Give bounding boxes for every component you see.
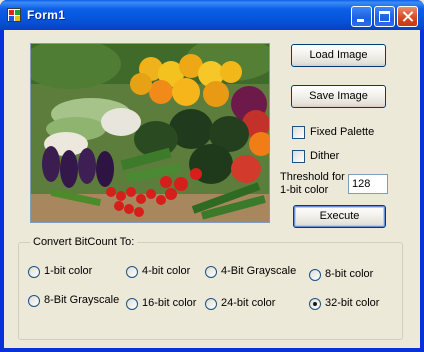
app-window: Form1 Load Image Save Image Fixed Palett… [0,0,424,352]
windows-form-icon[interactable] [7,8,21,22]
radio-4bit-grayscale[interactable] [205,266,217,278]
window-title: Form1 [27,8,66,22]
radio-label-32bit-color: 32-bit color [325,297,380,309]
radio-label-4bit-grayscale: 4-Bit Grayscale [221,265,297,277]
close-button[interactable] [397,6,418,27]
radio-label-8bit-color: 8-bit color [325,268,374,280]
convert-bitcount-group [18,242,403,340]
radio-32bit-color[interactable] [309,298,321,310]
execute-button[interactable]: Execute [293,205,386,228]
title-bar[interactable]: Form1 [0,0,424,30]
image-preview [30,43,270,223]
radio-8bit-color[interactable] [309,269,321,281]
dither-checkbox[interactable] [292,150,305,163]
radio-8bit-grayscale[interactable] [28,295,40,307]
radio-1bit-color[interactable] [28,266,40,278]
radio-24bit-color[interactable] [205,298,217,310]
save-image-button[interactable]: Save Image [291,85,386,108]
threshold-label-line2: 1-bit color [280,184,329,196]
radio-label-16bit-color: 16-bit color [142,297,197,309]
threshold-input[interactable] [348,174,388,194]
minimize-button[interactable] [351,6,372,27]
maximize-icon [379,11,390,22]
dither-label: Dither [310,150,340,162]
close-icon [398,7,417,26]
minimize-icon [357,19,364,22]
maximize-button[interactable] [374,6,395,27]
fixed-palette-label: Fixed Palette [310,126,375,138]
vegetables-photo [31,44,269,222]
threshold-label-line1: Threshold for [280,171,345,183]
radio-label-24bit-color: 24-bit color [221,297,276,309]
radio-16bit-color[interactable] [126,298,138,310]
radio-4bit-color[interactable] [126,266,138,278]
convert-bitcount-group-label: Convert BitCount To: [30,236,138,248]
radio-label-8bit-grayscale: 8-Bit Grayscale [44,294,120,306]
load-image-button[interactable]: Load Image [291,44,386,67]
form-client-area: Load Image Save Image Fixed Palette Dith… [4,30,420,348]
fixed-palette-checkbox[interactable] [292,126,305,139]
radio-label-4bit-color: 4-bit color [142,265,191,277]
radio-label-1bit-color: 1-bit color [44,265,93,277]
